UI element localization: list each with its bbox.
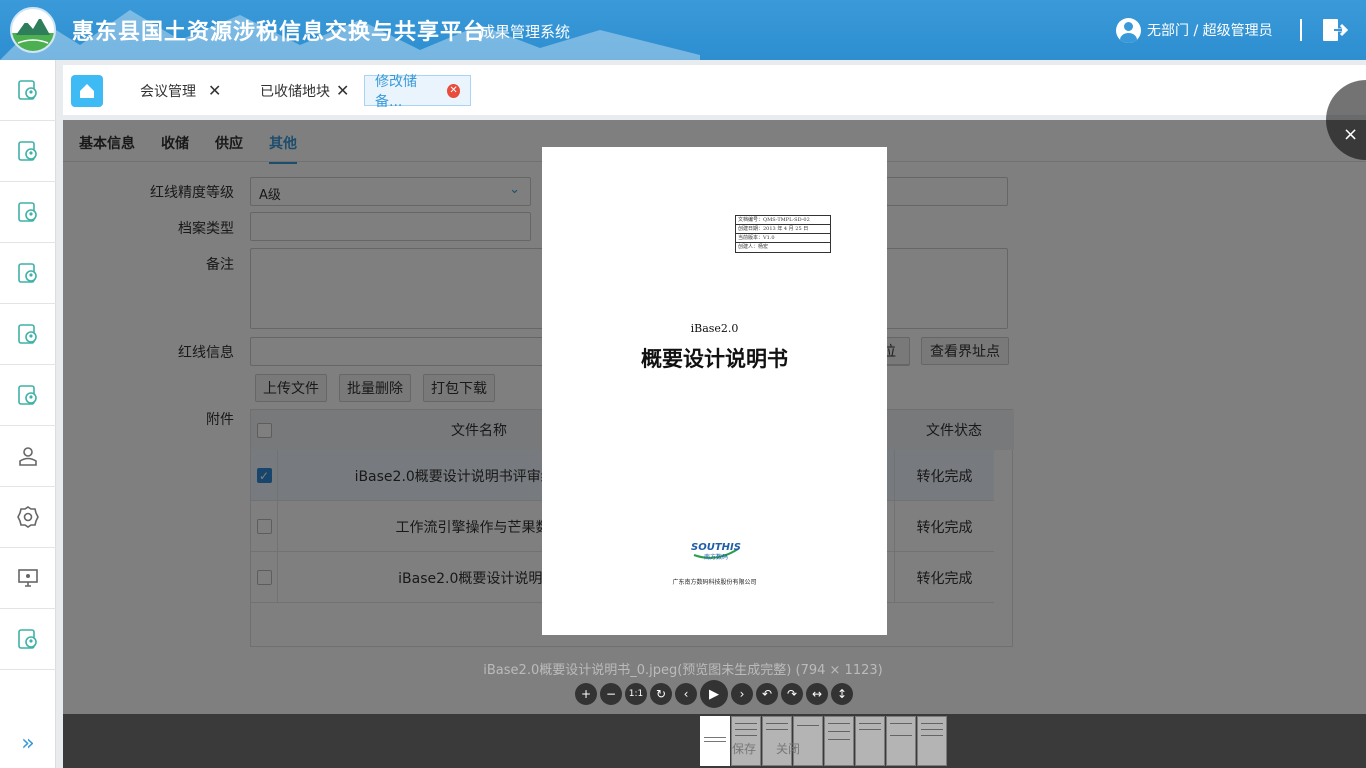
rotate-right-icon[interactable]: ↷ [781,683,803,705]
actual-size-icon[interactable]: 1:1 [625,683,647,705]
company-name: 广东南方数码科技股份有限公司 [672,579,757,586]
doc-title: 概要设计说明书 [641,347,788,371]
tab-meeting[interactable]: 会议管理 ✕ [130,75,231,106]
sidebar-item-settings[interactable] [0,487,56,548]
flip-vertical-icon[interactable]: ↕ [831,683,853,705]
app-header: 惠东县国土资源涉税信息交换与共享平台 成果管理系统 无部门 / 超级管理员 [0,0,1366,60]
file-user-icon [18,141,37,161]
logout-icon[interactable] [1320,16,1348,44]
zoom-out-icon[interactable]: − [600,683,622,705]
app-title: 惠东县国土资源涉税信息交换与共享平台 [72,20,487,45]
sidebar-item-2[interactable] [0,121,56,182]
zoom-in-icon[interactable]: + [575,683,597,705]
viewer-toolbar: + − 1:1 ↻ ‹ ▶ › ↶ ↷ ↔ ↕ [575,680,856,708]
logo [10,7,56,53]
next-icon[interactable]: › [731,683,753,705]
close-icon: × [1343,124,1359,145]
user-menu[interactable]: 无部门 / 超级管理员 [1116,16,1273,44]
thumbnail[interactable] [917,716,947,766]
sidebar-expand-icon[interactable]: » [0,718,56,768]
doc-subtitle: iBase2.0 [690,322,739,335]
southis-logo: SOUTHIS 南方数码 [691,542,741,561]
play-icon[interactable]: ▶ [700,680,728,708]
file-user-icon [18,80,37,100]
thumbnail[interactable] [700,716,730,766]
user-icon [1116,17,1141,43]
reset-icon[interactable]: ↻ [650,683,672,705]
document-preview[interactable]: 文档编号：QMS-TMPL-SD-02 创建日期：2013 年 4 月 25 日… [542,147,887,635]
file-user-icon [18,324,37,344]
sidebar-item-4[interactable] [0,243,56,304]
sidebar-item-3[interactable] [0,182,56,243]
home-icon [80,84,94,98]
tab-label: 会议管理 [140,83,196,100]
close-icon[interactable]: ✕ [447,83,460,98]
tab-label: 已收储地块 [260,83,330,100]
svg-text:SOUTHIS: SOUTHIS [691,542,741,553]
users-icon [19,447,37,466]
thumbnail[interactable] [824,716,854,766]
close-icon[interactable]: ✕ [208,81,221,100]
thumbnail[interactable] [855,716,885,766]
gear-icon [17,506,39,528]
tab-stored-land[interactable]: 已收储地块 ✕ [250,75,359,106]
file-user-icon [18,629,37,649]
sidebar-item-monitor[interactable] [0,548,56,609]
user-label: 无部门 / 超级管理员 [1147,23,1273,39]
close-label: 关闭 [776,742,801,756]
thumbnail[interactable] [886,716,916,766]
doc-meta-table: 文档编号：QMS-TMPL-SD-02 创建日期：2013 年 4 月 25 日… [735,215,831,253]
monitor-icon [18,569,38,587]
sidebar-item-5[interactable] [0,304,56,365]
prev-icon[interactable]: ‹ [675,683,697,705]
app-subtitle: 成果管理系统 [480,23,571,41]
svg-text:南方数码: 南方数码 [704,553,728,561]
file-user-icon [18,263,37,283]
header-divider [1300,19,1302,41]
file-user-icon [18,202,37,222]
tab-label: 修改储备... [375,73,417,110]
close-icon[interactable]: ✕ [336,81,349,100]
tab-edit-reserve[interactable]: 修改储备... ✕ [364,74,471,110]
flip-horizontal-icon[interactable]: ↔ [806,683,828,705]
sidebar-item-6[interactable] [0,365,56,426]
rotate-left-icon[interactable]: ↶ [756,683,778,705]
image-caption: iBase2.0概要设计说明书_0.jpeg(预览图未生成完整) (794 × … [483,663,883,678]
tab-bar: 会议管理 ✕ 已收储地块 ✕ 修改储备... ✕ [63,65,1366,115]
file-user-icon [18,385,37,405]
sidebar-item-users[interactable] [0,426,56,487]
home-button[interactable] [71,75,103,107]
save-label: 保存 [732,742,757,756]
sidebar-item-1[interactable] [0,60,56,121]
